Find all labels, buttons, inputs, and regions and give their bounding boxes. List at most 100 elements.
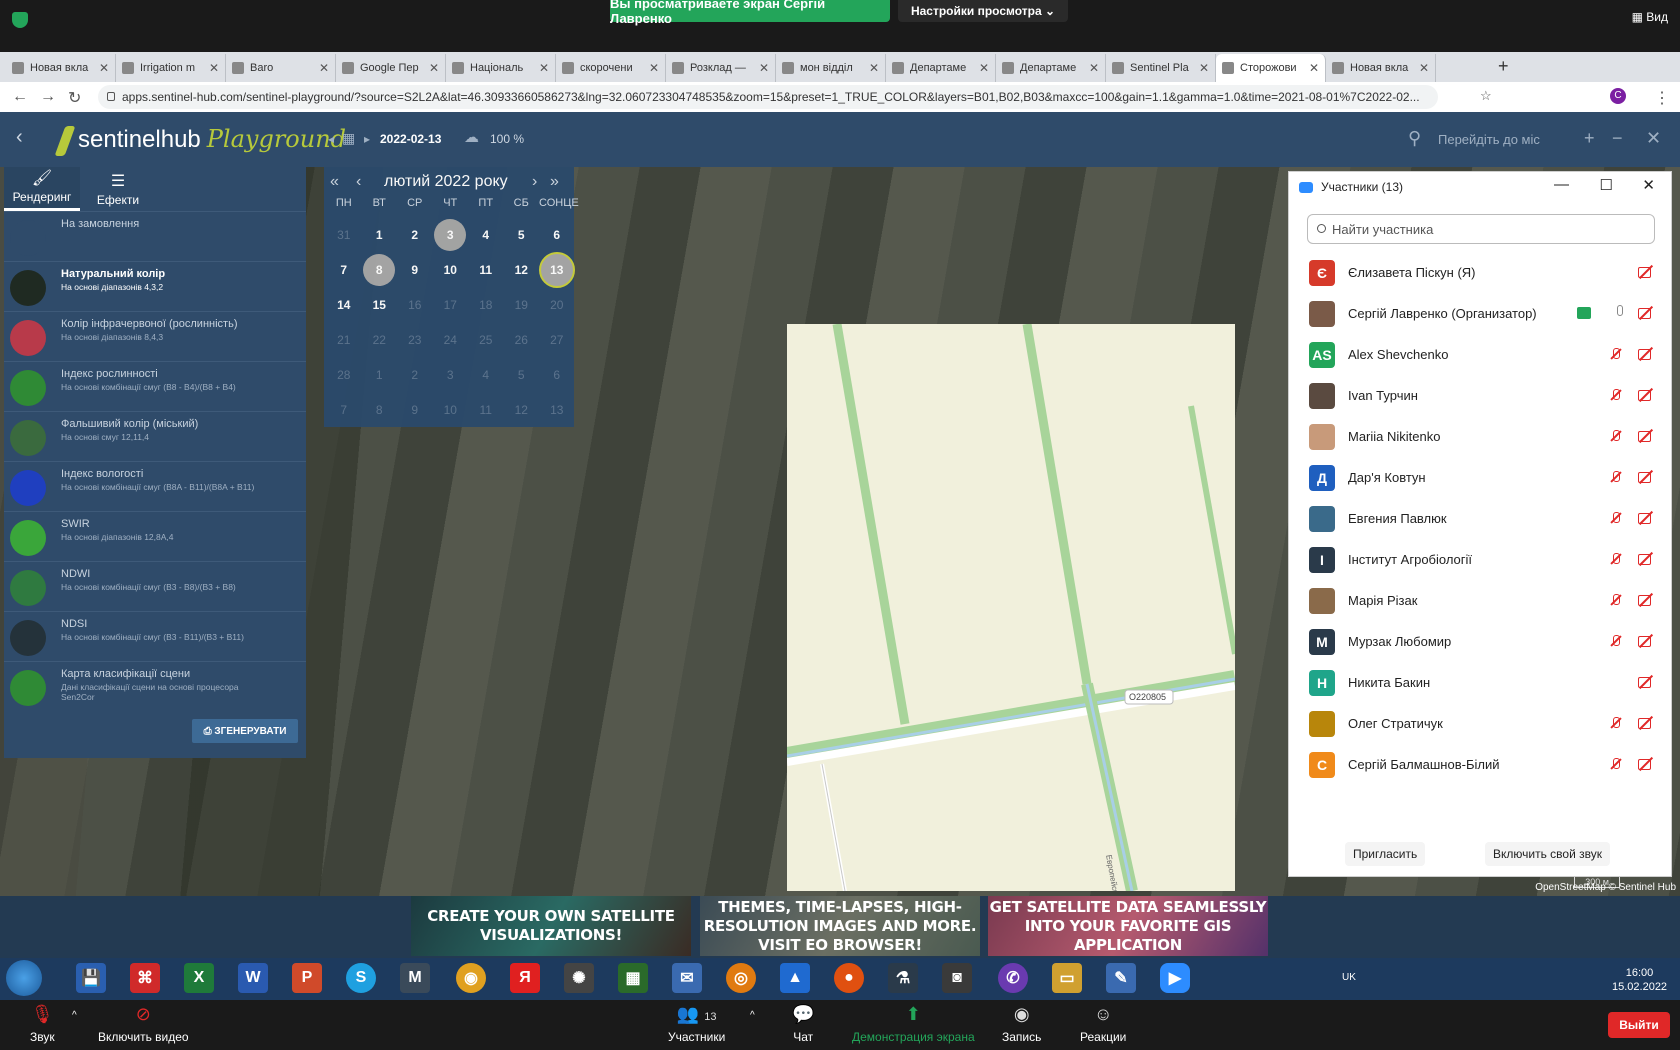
preset-item[interactable]: NDSI На основі комбінації смуг (B3 - B11)… — [4, 611, 306, 661]
microscope-icon[interactable]: ⚗ — [888, 963, 918, 993]
video-off-icon[interactable] — [1637, 511, 1655, 525]
browser-tab[interactable]: скорочени ✕ — [556, 54, 666, 82]
app-icon[interactable]: ✉ — [672, 963, 702, 993]
location-search-input[interactable]: Перейдіть до міс — [1438, 132, 1540, 147]
unmute-self-button[interactable]: Включить свой звук — [1485, 842, 1610, 866]
app-icon[interactable]: ▦ — [618, 963, 648, 993]
banner-create[interactable]: CREATE YOUR OWN SATELLITE VISUALIZATIONS… — [411, 896, 691, 956]
close-tab-icon[interactable]: ✕ — [649, 61, 659, 75]
generate-button[interactable]: ⎙ ЗГЕНЕРУВАТИ — [192, 719, 298, 743]
calendar-day[interactable]: 8 — [362, 252, 398, 287]
view-settings-button[interactable]: Настройки просмотра ⌄ — [898, 0, 1068, 22]
banner-gis[interactable]: GET SATELLITE DATA SEAMLESSLY INTO YOUR … — [988, 896, 1268, 956]
close-tab-icon[interactable]: ✕ — [869, 61, 879, 75]
calendar-day[interactable]: 3 — [433, 217, 469, 252]
close-tab-icon[interactable]: ✕ — [99, 61, 109, 75]
mic-muted-icon[interactable] — [1609, 757, 1623, 771]
browser-tab[interactable]: Baro ✕ — [226, 54, 336, 82]
preset-item[interactable]: Фальшивий колір (міський) На основі смуг … — [4, 411, 306, 461]
calendar-day[interactable]: 1 — [362, 217, 398, 252]
calendar-day[interactable]: 2 — [397, 217, 433, 252]
mic-icon[interactable] — [1617, 305, 1623, 316]
more-icon[interactable]: ⋮ — [1654, 88, 1670, 108]
video-off-icon[interactable] — [1637, 634, 1655, 648]
close-tab-icon[interactable]: ✕ — [319, 61, 329, 75]
leave-button[interactable]: Выйти — [1608, 1012, 1670, 1038]
preset-item[interactable]: Індекс рослинності На основі комбінації с… — [4, 361, 306, 411]
preset-item[interactable]: Карта класифікації сцени Дані класифікаці… — [4, 661, 306, 711]
osm-map-overlay[interactable]: O220805 Европейськ — [787, 324, 1235, 891]
video-off-icon[interactable] — [1637, 429, 1655, 443]
back-icon[interactable]: ← — [12, 88, 28, 106]
powerpoint-icon[interactable]: P — [292, 963, 322, 993]
back-arrow-icon[interactable]: ‹ — [16, 126, 23, 149]
tools-icon[interactable]: ✕ — [1646, 128, 1661, 149]
close-tab-icon[interactable]: ✕ — [1089, 61, 1099, 75]
camera-icon[interactable]: ◙ — [942, 963, 972, 993]
reactions-button[interactable]: ☺ Реакции — [1080, 1004, 1126, 1044]
mic-muted-icon[interactable] — [1609, 470, 1623, 484]
browser-tab[interactable]: Irrigation m ✕ — [116, 54, 226, 82]
mic-muted-icon[interactable] — [1609, 552, 1623, 566]
firefox-icon[interactable]: ● — [834, 963, 864, 993]
participant-row[interactable]: І Інститут Агробіології — [1289, 539, 1671, 580]
browser-tab[interactable]: Sentinel Pla ✕ — [1106, 54, 1216, 82]
calendar-day[interactable]: 5 — [504, 217, 540, 252]
chrome-icon[interactable]: ◉ — [456, 963, 486, 993]
video-button[interactable]: ⊘ Включить видео — [98, 1004, 189, 1044]
close-icon[interactable]: ✕ — [1642, 176, 1655, 194]
language-indicator[interactable]: UK — [1342, 972, 1356, 983]
calendar-icon[interactable]: ▦ — [342, 130, 355, 147]
save-app-icon[interactable]: 💾 — [76, 963, 106, 993]
participants-button[interactable]: 👥 13 Участники — [668, 1004, 725, 1044]
new-tab-button[interactable]: + — [1498, 56, 1509, 77]
mic-muted-icon[interactable] — [1609, 593, 1623, 607]
video-off-icon[interactable] — [1637, 306, 1655, 320]
next-date-icon[interactable]: ▸ — [364, 132, 370, 146]
video-off-icon[interactable] — [1637, 552, 1655, 566]
video-off-icon[interactable] — [1637, 757, 1655, 771]
participant-row[interactable]: Сергій Лавренко (Организатор) — [1289, 293, 1671, 334]
participant-row[interactable]: Марія Різак — [1289, 580, 1671, 621]
start-button[interactable] — [6, 960, 42, 996]
mic-muted-icon[interactable] — [1609, 347, 1623, 361]
preset-item[interactable]: Індекс вологості На основі комбінації сму… — [4, 461, 306, 511]
close-tab-icon[interactable]: ✕ — [539, 61, 549, 75]
app-icon[interactable]: ✺ — [564, 963, 594, 993]
calendar-day[interactable]: 9 — [397, 252, 433, 287]
browser-tab[interactable]: Розклад — ✕ — [666, 54, 776, 82]
video-off-icon[interactable] — [1637, 347, 1655, 361]
browser-tab[interactable]: Новая вкла ✕ — [1326, 54, 1436, 82]
participant-row[interactable]: AS Alex Shevchenko — [1289, 334, 1671, 375]
prev-month-icon[interactable]: ‹ — [356, 173, 361, 191]
excel-icon[interactable]: X — [184, 963, 214, 993]
calendar-day[interactable]: 6 — [539, 217, 575, 252]
preset-item[interactable]: На замовлення — [4, 211, 306, 261]
viber-icon[interactable]: ✆ — [998, 963, 1028, 993]
reload-icon[interactable]: ↻ — [68, 88, 81, 108]
calendar-day[interactable]: 7 — [326, 252, 362, 287]
prev-date-icon[interactable]: ◂ — [328, 132, 334, 146]
audio-button[interactable]: 🎙 Звук — [30, 1004, 55, 1044]
calendar-day[interactable]: 4 — [468, 217, 504, 252]
panel-tab-rendering[interactable]: 🖌 Рендеринг — [4, 167, 80, 211]
participant-row[interactable]: Ivan Турчин — [1289, 375, 1671, 416]
video-off-icon[interactable] — [1637, 593, 1655, 607]
m-app-icon[interactable]: M — [400, 963, 430, 993]
audio-options-icon[interactable]: ^ — [72, 1010, 77, 1021]
preset-item[interactable]: Натуральний колір На основі діапазонів 4,… — [4, 261, 306, 311]
zoom-out-icon[interactable]: − — [1612, 128, 1623, 149]
browser-tab[interactable]: Національ ✕ — [446, 54, 556, 82]
calendar-day[interactable]: 12 — [504, 252, 540, 287]
yandex-icon[interactable]: Я — [510, 963, 540, 993]
browser-tab[interactable]: Департаме ✕ — [996, 54, 1106, 82]
address-bar[interactable]: apps.sentinel-hub.com/sentinel-playgroun… — [98, 85, 1438, 109]
calendar-day[interactable]: 10 — [433, 252, 469, 287]
close-tab-icon[interactable]: ✕ — [1309, 61, 1319, 75]
app-icon[interactable]: ◎ — [726, 963, 756, 993]
video-off-icon[interactable] — [1637, 470, 1655, 484]
participant-row[interactable]: М Мурзак Любомир — [1289, 621, 1671, 662]
zoom-in-icon[interactable]: + — [1584, 128, 1595, 149]
browser-tab[interactable]: Google Пер ✕ — [336, 54, 446, 82]
date-display[interactable]: 2022-02-13 — [380, 132, 441, 146]
